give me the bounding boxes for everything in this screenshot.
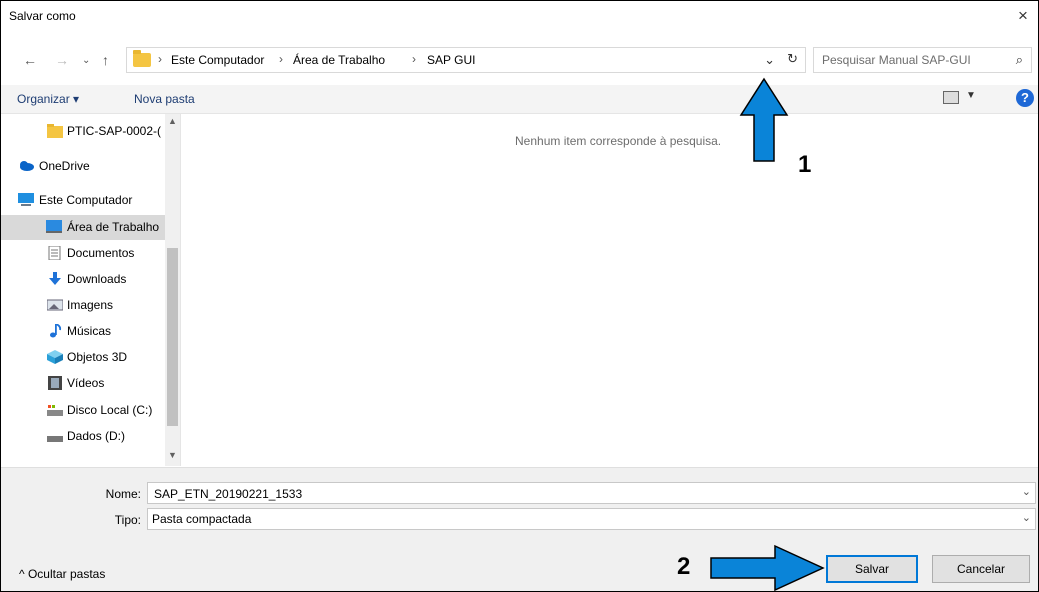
drive-icon (47, 405, 63, 416)
nav-item-label: Documentos (67, 246, 135, 260)
name-label: Nome: (61, 487, 141, 501)
chevron-down-icon[interactable]: ⌄ (1022, 511, 1031, 524)
breadcrumb-este-computador[interactable]: Este Computador (171, 53, 264, 67)
search-icon[interactable]: ⌕ (1016, 52, 1023, 68)
nav-item-disco-local[interactable]: Disco Local (C:) (1, 398, 165, 423)
scroll-down-icon[interactable]: ▼ (168, 450, 177, 460)
annotation-step-2: 2 (677, 553, 691, 580)
nav-item-label: Imagens (67, 298, 114, 312)
refresh-icon[interactable]: ↻ (787, 51, 798, 67)
breadcrumb-separator: › (279, 52, 283, 66)
view-dropdown-icon[interactable]: ▼ (966, 90, 976, 101)
nav-item-musicas[interactable]: Músicas (1, 319, 165, 344)
cancel-button[interactable]: Cancelar (932, 555, 1030, 583)
breadcrumb-separator: › (412, 52, 416, 66)
folder-icon (47, 124, 63, 138)
nav-item-downloads[interactable]: Downloads (1, 267, 165, 292)
name-label-text: Nome: (105, 487, 141, 501)
drive-icon (47, 436, 63, 442)
cube-icon (47, 350, 63, 364)
document-icon (48, 246, 61, 260)
window-title: Salvar como (9, 9, 76, 23)
nav-item-label: PTIC-SAP-0002-( (67, 124, 162, 138)
forward-arrow-icon[interactable]: → (55, 52, 69, 68)
up-arrow-icon[interactable]: ↑ (102, 52, 109, 68)
file-type-select[interactable]: Pasta compactada ⌄ (147, 508, 1036, 530)
help-icon[interactable]: ? (1016, 89, 1034, 107)
annotation-arrow-up-icon (739, 77, 789, 162)
close-icon[interactable]: × (1012, 5, 1034, 27)
toolbar: Organizar ▾ Nova pasta ▼ ? (1, 85, 1038, 114)
recent-chevron-icon[interactable]: ⌄ (82, 55, 90, 66)
nav-item-onedrive[interactable]: OneDrive (1, 154, 165, 179)
nav-item-label: Área de Trabalho (67, 220, 160, 234)
save-button[interactable]: Salvar (826, 555, 918, 583)
nav-item-label: Downloads (67, 272, 127, 286)
nav-item-label: Dados (D:) (67, 429, 126, 443)
search-box[interactable]: ⌕ (813, 47, 1032, 73)
annotation-arrow-right-icon (710, 544, 825, 591)
address-dropdown-icon[interactable]: ⌄ (764, 52, 775, 68)
nav-item-dados[interactable]: Dados (D:) (1, 424, 165, 449)
organize-menu[interactable]: Organizar ▾ (17, 92, 79, 106)
nav-item-ptic-folder[interactable]: PTIC-SAP-0002-( (1, 119, 165, 144)
image-icon (47, 299, 63, 311)
address-bar[interactable]: › Este Computador › Área de Trabalho › S… (126, 47, 806, 73)
nav-item-este-computador[interactable]: Este Computador (1, 188, 165, 213)
download-icon (49, 272, 61, 285)
type-label: Tipo: (61, 513, 141, 527)
computer-icon (18, 193, 34, 206)
search-input[interactable] (820, 52, 1004, 68)
nav-item-objetos-3d[interactable]: Objetos 3D (1, 345, 165, 370)
video-icon (48, 376, 62, 390)
file-name-input[interactable] (152, 486, 1006, 502)
nav-scroll-thumb[interactable] (167, 248, 178, 426)
cloud-icon (20, 161, 34, 171)
nav-item-label: Objetos 3D (67, 350, 128, 364)
breadcrumb-area-de-trabalho[interactable]: Área de Trabalho (293, 53, 385, 67)
file-list-area[interactable] (181, 114, 1038, 466)
title-bar: Salvar como × (1, 1, 1038, 45)
bottom-panel: Nome: ⌄ Tipo: Pasta compactada ⌄ ^ Ocult… (1, 467, 1038, 591)
back-arrow-icon[interactable]: ← (23, 52, 37, 68)
scroll-up-icon[interactable]: ▲ (168, 116, 177, 126)
breadcrumb-separator: › (158, 52, 162, 66)
save-as-dialog: Salvar como × ← → ⌄ ↑ › Este Computador … (0, 0, 1039, 592)
annotation-step-1: 1 (798, 151, 812, 178)
nav-item-label: Vídeos (67, 376, 105, 390)
nav-item-videos[interactable]: Vídeos (1, 371, 165, 396)
hide-folders-toggle[interactable]: ^ Ocultar pastas (19, 567, 105, 581)
new-folder-button[interactable]: Nova pasta (134, 92, 195, 106)
nav-item-documentos[interactable]: Documentos (1, 241, 165, 266)
file-name-field[interactable]: ⌄ (147, 482, 1036, 504)
breadcrumb-sap-gui[interactable]: SAP GUI (427, 53, 475, 67)
nav-item-label: Músicas (67, 324, 112, 338)
nav-item-label: Este Computador (39, 193, 133, 207)
desktop-icon (46, 220, 62, 233)
folder-icon (133, 50, 151, 67)
chevron-down-icon[interactable]: ⌄ (1022, 485, 1031, 498)
nav-item-label: Disco Local (C:) (67, 403, 153, 417)
view-options-icon[interactable] (943, 91, 959, 104)
nav-scrollbar[interactable]: ▲ ▼ (165, 114, 180, 466)
empty-message: Nenhum item corresponde à pesquisa. (515, 134, 722, 148)
music-icon (50, 324, 62, 338)
type-label-text: Tipo: (114, 513, 141, 527)
file-type-value: Pasta compactada (152, 512, 252, 526)
navigation-pane: PTIC-SAP-0002-( OneDrive Este Computador… (1, 114, 180, 466)
nav-item-label: OneDrive (39, 159, 90, 173)
nav-item-imagens[interactable]: Imagens (1, 293, 165, 318)
nav-item-area-de-trabalho[interactable]: Área de Trabalho (1, 215, 165, 240)
